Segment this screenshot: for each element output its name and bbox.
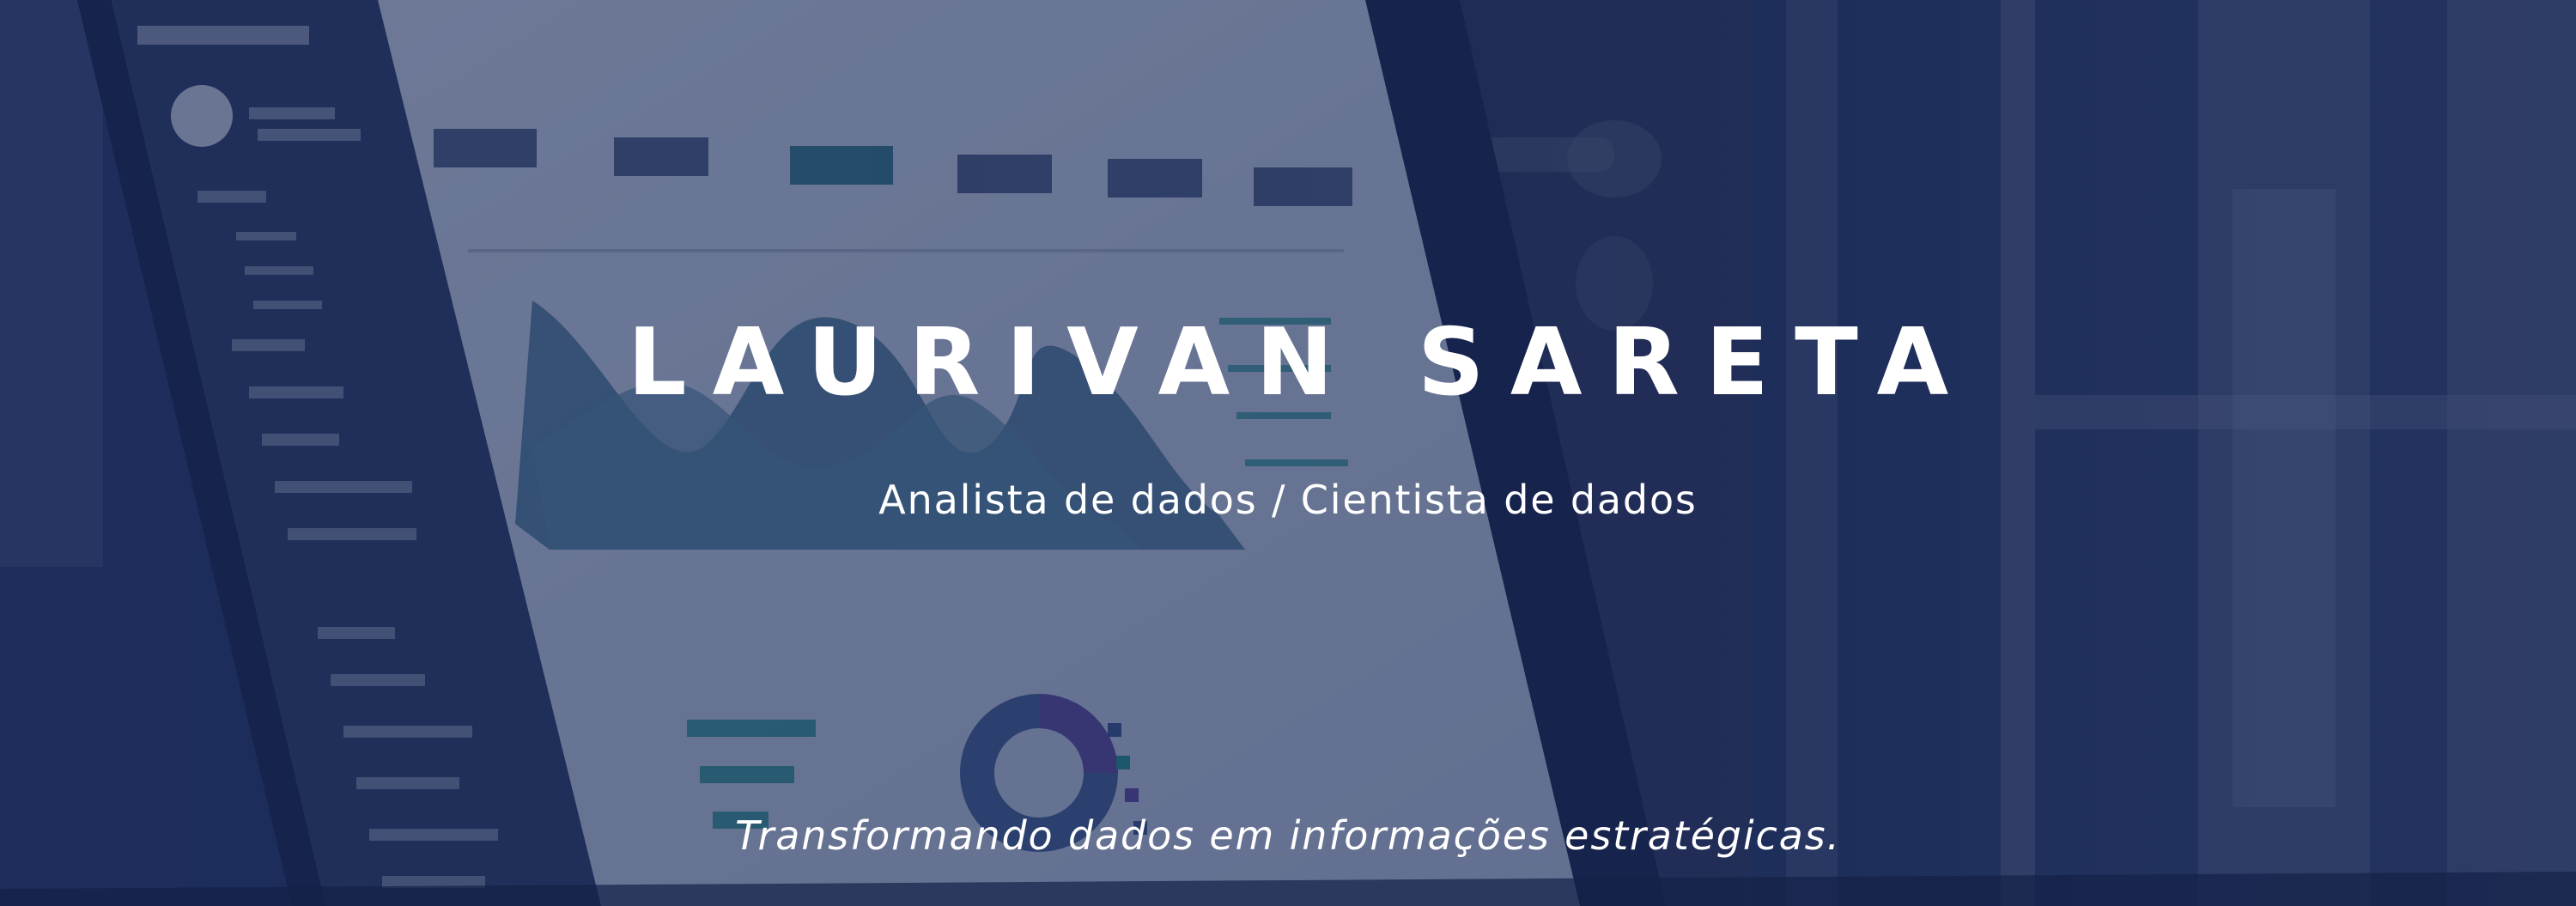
hero-role: Analista de dados / Cientista de dados [878, 477, 1698, 523]
hero-name: LAURIVAN SARETA [627, 309, 1975, 417]
dark-blue-overlay [0, 0, 2576, 906]
hero-tagline: Transformando dados em informações estra… [735, 812, 1841, 859]
hero-section: LAURIVAN SARETA Analista de dados / Cien… [0, 0, 2576, 906]
